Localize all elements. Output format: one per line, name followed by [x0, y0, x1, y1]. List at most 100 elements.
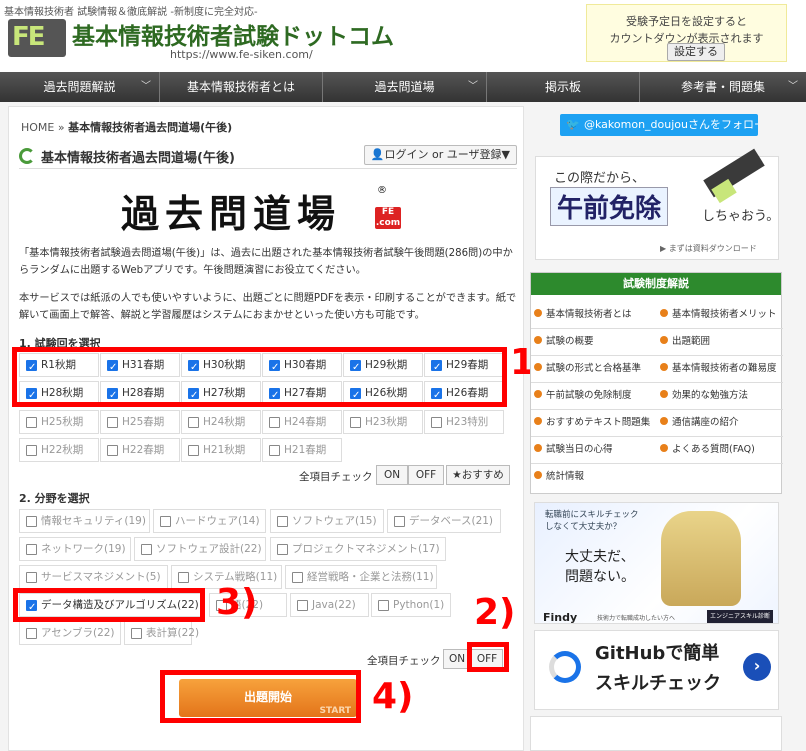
checkbox-icon	[26, 516, 37, 527]
side-menu-item[interactable]: 午前試験の免除制度	[531, 383, 657, 410]
countdown-set-button[interactable]: 設定する	[667, 43, 725, 61]
ad-banner-github-skillcheck[interactable]: GitHubで簡単 スキルチェック ›	[534, 630, 779, 710]
breadcrumb-current: 基本情報技術者過去問道場(午後)	[68, 121, 233, 134]
side-menu-label: よくある質問(FAQ)	[672, 444, 755, 455]
exam-checkbox-h22-autumn[interactable]: H22秋期	[19, 438, 99, 462]
ad-text: この際だから、	[554, 171, 646, 186]
field-checkbox-management-law[interactable]: 経営戦略・企業と法務(11)	[285, 565, 437, 589]
exam-checkbox-h22-spring[interactable]: H22春期	[100, 438, 180, 462]
exam-check-all-off-button[interactable]: OFF	[408, 465, 444, 485]
checkbox-icon	[394, 516, 405, 527]
field-checkbox-project-management[interactable]: プロジェクトマネジメント(17)	[270, 537, 446, 561]
field-checkbox-java[interactable]: Java(22)	[290, 593, 369, 617]
exam-checkbox-h25-autumn[interactable]: H25秋期	[19, 410, 99, 434]
side-menu-item[interactable]: 基本情報技術者メリット	[657, 302, 783, 329]
ad-headline: スキルチェック	[595, 673, 721, 694]
side-menu-item[interactable]: よくある質問(FAQ)	[657, 437, 783, 464]
bullet-icon	[660, 444, 668, 452]
ad-cta-button[interactable]: エンジニアスキル診断	[707, 610, 773, 623]
bullet-icon	[534, 471, 542, 479]
field-check-all-label: 全項目チェック	[367, 655, 441, 667]
site-header: 基本情報技術者 試験情報＆徹底解説 -新制度に完全対応- FE 基本情報技術者試…	[0, 0, 806, 72]
exam-check-all-label: 全項目チェック	[299, 471, 373, 483]
field-checkbox-software[interactable]: ソフトウェア(15)	[270, 509, 384, 533]
bullet-icon	[534, 417, 542, 425]
exam-checkbox-h21-autumn[interactable]: H21秋期	[181, 438, 261, 462]
checkbox-label: H23特別	[446, 416, 489, 428]
findy-logo: Findy	[543, 611, 578, 624]
exam-checkbox-h25-spring[interactable]: H25春期	[100, 410, 180, 434]
exam-checkbox-h24-spring[interactable]: H24春期	[262, 410, 342, 434]
ad-headline: 午前免除	[550, 187, 669, 226]
checkbox-icon	[26, 572, 37, 583]
nav-label: 基本情報技術者とは	[186, 80, 295, 94]
checkbox-icon	[188, 445, 199, 456]
field-checkbox-network[interactable]: ネットワーク(19)	[19, 537, 131, 561]
nav-past-exam-explanations[interactable]: 過去問題解説 ﹀	[0, 72, 160, 102]
checkbox-label: 経営戦略・企業と法務(11)	[307, 571, 434, 583]
checkbox-label: ネットワーク(19)	[41, 543, 126, 555]
side-menu-label: 基本情報技術者とは	[546, 309, 632, 320]
field-checkbox-security[interactable]: 情報セキュリティ(19)	[19, 509, 150, 533]
checkbox-icon	[188, 417, 199, 428]
side-menu-label: おすすめテキスト問題集	[546, 417, 651, 428]
breadcrumb-home[interactable]: HOME	[21, 121, 54, 134]
side-menu-label: 通信講座の紹介	[672, 417, 739, 428]
checkbox-label: ハードウェア(14)	[175, 515, 260, 527]
checkbox-label: H25春期	[122, 416, 165, 428]
checkbox-icon	[131, 628, 142, 639]
annotation-number-2: 2)	[474, 592, 516, 633]
checkbox-label: H21秋期	[203, 444, 246, 456]
field-checkbox-assembler[interactable]: アセンブラ(22)	[19, 621, 121, 645]
nav-books[interactable]: 参考書・問題集 ﹀	[640, 72, 806, 102]
nav-kakomon-dojo[interactable]: 過去問道場 ﹀	[323, 72, 487, 102]
chevron-right-icon[interactable]: ›	[743, 653, 771, 681]
site-tagline: 基本情報技術者 試験情報＆徹底解説 -新制度に完全対応-	[4, 7, 258, 18]
checkbox-label: ソフトウェア設計(22)	[156, 543, 262, 555]
exam-checkbox-h23-autumn[interactable]: H23秋期	[343, 410, 423, 434]
site-logo-title[interactable]: 基本情報技術者試験ドットコム	[72, 17, 394, 51]
exam-recommend-button[interactable]: ★おすすめ	[446, 465, 510, 485]
field-checkbox-python[interactable]: Python(1)	[371, 593, 451, 617]
bullet-icon	[534, 309, 542, 317]
side-menu-item[interactable]: 基本情報技術者とは	[531, 302, 657, 329]
field-checkbox-database[interactable]: データベース(21)	[387, 509, 501, 533]
field-checkbox-software-design[interactable]: ソフトウェア設計(22)	[134, 537, 266, 561]
field-checkbox-service-management[interactable]: サービスマネジメント(5)	[19, 565, 168, 589]
side-menu-item[interactable]: 出題範囲	[657, 329, 783, 356]
nav-label: 過去問道場	[374, 80, 435, 94]
side-menu-item[interactable]: 試験の概要	[531, 329, 657, 356]
field-checkbox-hardware[interactable]: ハードウェア(14)	[153, 509, 266, 533]
exam-check-all-on-button[interactable]: ON	[376, 465, 408, 485]
login-register-button[interactable]: 👤ログイン or ユーザ登録▼	[363, 145, 517, 165]
side-menu-item[interactable]: 効果的な勉強方法	[657, 383, 783, 410]
site-url: https://www.fe-siken.com/	[170, 48, 313, 61]
checkbox-icon	[297, 600, 308, 611]
exam-checkbox-h24-autumn[interactable]: H24秋期	[181, 410, 261, 434]
side-menu-label: 出題範囲	[672, 336, 711, 347]
side-menu-item[interactable]: おすすめテキスト問題集	[531, 410, 657, 437]
side-menu-label: 基本情報技術者の難易度	[672, 363, 777, 374]
ad-banner-gozen-menjo[interactable]: この際だから、 午前免除 しちゃおう。 ▶ まずは資料ダウンロード	[535, 148, 779, 260]
exam-checkbox-h23-special[interactable]: H23特別	[424, 410, 504, 434]
exam-checkbox-h21-spring[interactable]: H21春期	[262, 438, 342, 462]
checkbox-icon	[26, 417, 37, 428]
field-checkbox-spreadsheet[interactable]: 表計算(22)	[124, 621, 199, 645]
side-menu-item[interactable]: 試験の形式と合格基準	[531, 356, 657, 383]
side-menu-item[interactable]: 統計情報	[531, 464, 657, 491]
ad-banner-findy[interactable]: 転職前にスキルチェック しなくて大丈夫か？ 大丈夫だ、 問題ない。 Findy 技術…	[534, 502, 779, 624]
logo-badge[interactable]: FE	[8, 19, 66, 57]
nav-about-exam[interactable]: 基本情報技術者とは	[160, 72, 323, 102]
nav-label: 掲示板	[544, 80, 581, 94]
ad-text-line: 問題ない。	[565, 569, 635, 585]
side-menu-item[interactable]: 通信講座の紹介	[657, 410, 783, 437]
side-menu-item[interactable]: 基本情報技術者の難易度	[657, 356, 783, 383]
intro-paragraph-1: 「基本情報技術者試験過去問道場(午後)」は、過去に出題された基本情報技術者試験午…	[19, 248, 513, 276]
side-menu-item[interactable]: 試験当日の心得	[531, 437, 657, 464]
twitter-follow-button[interactable]: 🐦 @kakomon_doujouさんをフォロー	[560, 114, 758, 136]
checkbox-icon	[160, 516, 171, 527]
breadcrumb-separator: »	[57, 121, 65, 134]
ad-cta-link[interactable]: ▶ まずは資料ダウンロード	[660, 243, 757, 254]
side-menu-label: 基本情報技術者メリット	[672, 309, 777, 320]
nav-bbs[interactable]: 掲示板	[487, 72, 640, 102]
